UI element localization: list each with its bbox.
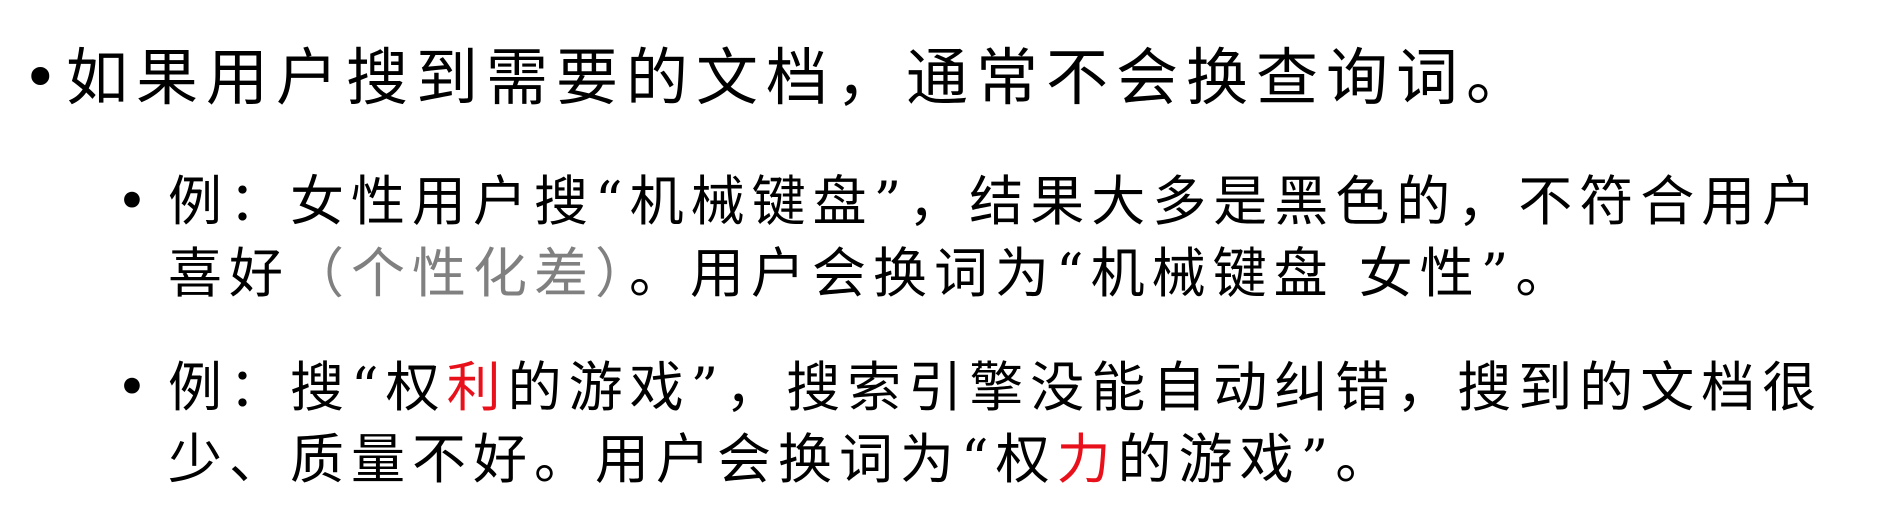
example-2-text: 例：搜“权利的游戏”，搜索引擎没能自动纠错，搜到的文档很少、质量不好。用户会换词…	[168, 352, 1876, 496]
example-2-highlight-typo: 利	[446, 356, 508, 419]
example-2-part3: 的游戏”。	[1117, 428, 1397, 491]
example-1-muted-note: （个性化差）	[290, 242, 629, 305]
example-2-highlight-correct: 力	[1056, 428, 1118, 491]
example-1-text: 例：女性用户搜“机械键盘”，结果大多是黑色的，不符合用户喜好（个性化差）。用户会…	[168, 166, 1876, 310]
example-2-part1: 例：搜“权	[168, 356, 447, 419]
bullet-dot-icon: •	[116, 170, 148, 233]
example-1-part2: 。用户会换词为“机械键盘 女性”。	[629, 242, 1577, 305]
example-bullet-2: • 例：搜“权利的游戏”，搜索引擎没能自动纠错，搜到的文档很少、质量不好。用户会…	[116, 352, 1876, 496]
slide: • 如果用户搜到需要的文档，通常不会换查询词。 • 例：女性用户搜“机械键盘”，结…	[0, 0, 1893, 522]
bullet-dot-icon: •	[116, 356, 148, 419]
bullet-dot-icon: •	[22, 41, 59, 114]
main-bullet: • 如果用户搜到需要的文档，通常不会换查询词。	[22, 38, 1872, 118]
example-bullet-1: • 例：女性用户搜“机械键盘”，结果大多是黑色的，不符合用户喜好（个性化差）。用…	[116, 166, 1876, 310]
main-bullet-text: 如果用户搜到需要的文档，通常不会换查询词。	[66, 41, 1537, 114]
